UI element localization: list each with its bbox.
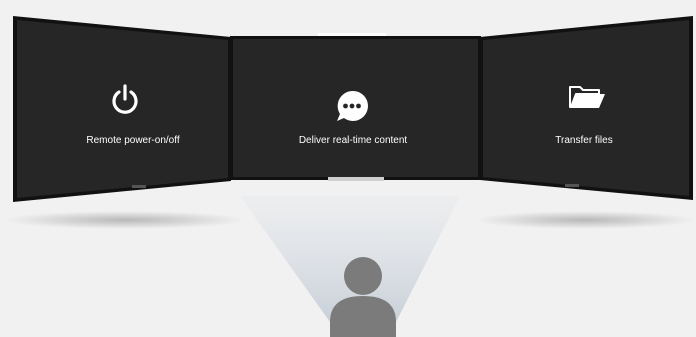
chat-bubble-icon [337,90,368,121]
right-screen-label: Transfer files [555,135,613,146]
center-screen-bottom-mount [328,177,384,181]
left-screen-shadow [5,211,245,229]
left-screen-stand [132,185,146,188]
right-screen-stand [565,184,579,187]
scene-graphic [5,16,695,337]
center-screen-label: Deliver real-time content [298,135,408,146]
multi-display-diagram: Remote power-on/off Deliver real-time co… [0,0,696,337]
center-screen-top-mount [318,33,386,36]
right-screen-shadow [475,211,695,229]
left-screen-label: Remote power-on/off [86,135,180,146]
folder-open-icon [569,86,605,108]
power-icon [112,84,138,114]
